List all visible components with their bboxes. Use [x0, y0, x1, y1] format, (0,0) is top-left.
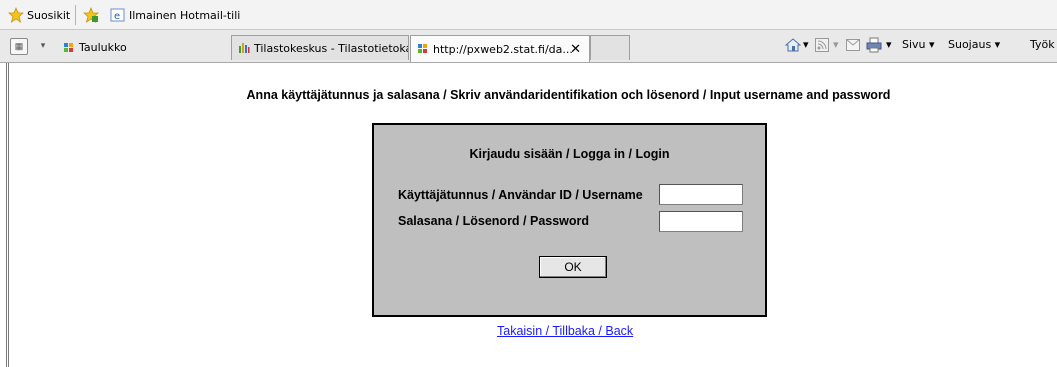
- tab-label: Taulukko: [79, 41, 127, 54]
- site-icon: [418, 44, 427, 53]
- login-title: Kirjaudu sisään / Logga in / Login: [469, 147, 670, 161]
- print-dropdown-icon[interactable]: ▾: [886, 38, 892, 51]
- login-panel: Kirjaudu sisään / Logga in / Login Käytt…: [372, 123, 767, 317]
- quick-tabs-button[interactable]: ▦: [10, 38, 28, 55]
- mail-icon[interactable]: [846, 39, 860, 51]
- hotmail-label: Ilmainen Hotmail-tili: [129, 8, 241, 22]
- password-label: Salasana / Lösenord / Password: [398, 214, 590, 228]
- tab-tilastokeskus[interactable]: Tilastokeskus - Tilastotietoka...: [231, 35, 409, 60]
- add-favorite-button[interactable]: [83, 6, 99, 24]
- feeds-dropdown-icon[interactable]: ▾: [833, 38, 839, 51]
- tab-label: Tilastokeskus - Tilastotietoka...: [254, 41, 409, 55]
- username-label: Käyttäjätunnus / Användar ID / Username: [398, 188, 643, 202]
- ok-button[interactable]: OK: [539, 256, 607, 278]
- tab-bar: ▦ ▾ Taulukko Tilastokeskus - Tilastotiet…: [0, 30, 1057, 63]
- tab-list-dropdown[interactable]: ▾: [36, 38, 50, 55]
- frame-border: [6, 63, 9, 367]
- page-heading: Anna käyttäjätunnus ja salasana / Skriv …: [246, 88, 891, 102]
- print-icon[interactable]: [866, 37, 882, 53]
- favorites-button[interactable]: Suosikit: [8, 6, 70, 24]
- password-input[interactable]: [659, 211, 743, 232]
- hotmail-link[interactable]: e Ilmainen Hotmail-tili: [110, 6, 240, 24]
- star-icon: [8, 7, 24, 23]
- username-input[interactable]: [659, 184, 743, 205]
- statfi-icon: [239, 43, 250, 53]
- home-dropdown-icon[interactable]: ▾: [803, 38, 809, 51]
- svg-text:e: e: [114, 11, 120, 22]
- site-icon: [64, 42, 73, 52]
- separator: [75, 5, 76, 25]
- favorites-label: Suosikit: [27, 8, 71, 22]
- tab-taulukko[interactable]: Taulukko: [57, 35, 231, 60]
- tools-menu[interactable]: Työk: [1030, 38, 1055, 51]
- page-menu[interactable]: Sivu ▾: [902, 38, 935, 51]
- new-tab-button[interactable]: [590, 35, 630, 60]
- feeds-icon[interactable]: [815, 38, 829, 52]
- tab-pxweb2[interactable]: http://pxweb2.stat.fi/da... ✕: [410, 35, 590, 62]
- tab-label: http://pxweb2.stat.fi/da...: [433, 42, 573, 56]
- home-icon[interactable]: [785, 37, 801, 53]
- close-tab-icon[interactable]: ✕: [570, 42, 581, 57]
- back-link[interactable]: Takaisin / Tillbaka / Back: [497, 324, 633, 338]
- favorites-bar: Suosikit e Ilmainen Hotmail-tili: [0, 0, 1057, 30]
- ie-page-icon: e: [110, 8, 125, 22]
- safety-menu[interactable]: Suojaus ▾: [948, 38, 1000, 51]
- add-to-favorites-icon: [83, 7, 99, 23]
